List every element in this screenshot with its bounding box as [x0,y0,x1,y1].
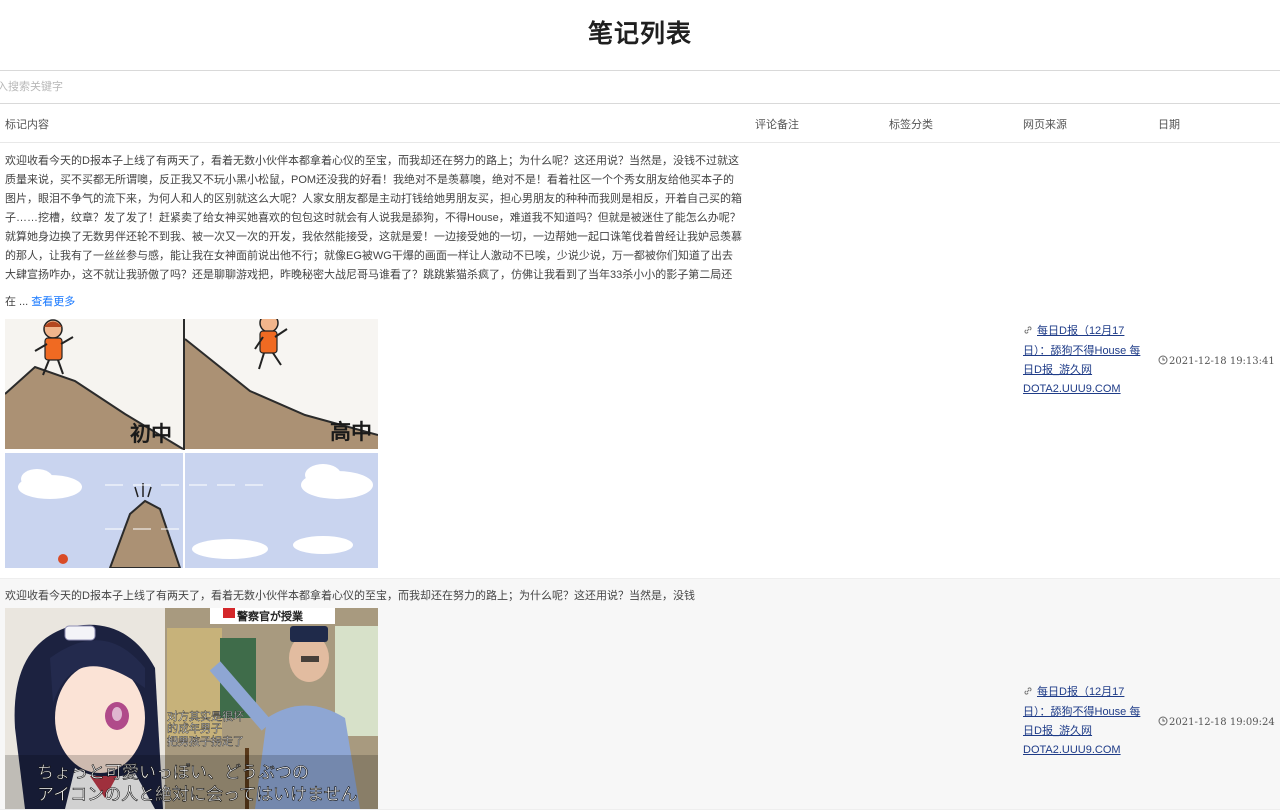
date-text: 2021-12-18 19:13:41 [1169,356,1275,367]
date-cell: 2021-12-18 19:13:41 [1158,355,1275,368]
image-caption-cn-3: 把男孩子拐走了 [167,734,244,748]
search-input[interactable] [0,71,1276,102]
source-link[interactable]: 每日D报（12月17日）：舔狗不得House 每日D报_游久网DOTA2.UUU… [1023,686,1140,756]
column-header-date: 日期 [1158,119,1180,131]
column-header-comment: 评论备注 [755,119,799,131]
note-image: 初中 高中 [5,319,378,568]
note-content: 欢迎收看今天的D报本子上线了有两天了，看着无数小伙伴本都拿着心仪的至宝，而我却还… [5,155,742,281]
clock-icon [1158,716,1168,729]
page-title: 笔记列表 [587,20,692,48]
column-header-source: 网页来源 [1023,119,1067,131]
table-row: 欢迎收看今天的D报本子上线了有两天了，看着无数小伙伴本都拿着心仪的至宝，而我却还… [0,579,1280,810]
clock-icon [1158,355,1168,368]
link-icon [1023,684,1037,703]
source-cell: 每日D报（12月17日）：舔狗不得House 每日D报_游久网DOTA2.UUU… [1023,683,1148,760]
image-caption-cn-1: 对方其实是很坏 [167,709,244,723]
view-more-link[interactable]: 查看更多 [31,296,75,308]
note-content: 欢迎收看今天的D报本子上线了有两天了，看着无数小伙伴本都拿着心仪的至宝，而我却还… [5,590,695,602]
date-text: 2021-12-18 19:09:24 [1169,717,1275,728]
source-link[interactable]: 每日D报（12月17日）：舔狗不得House 每日D报_游久网DOTA2.UUU… [1023,325,1140,395]
panel-label-right: 高中 [330,420,372,444]
table-header: 标记内容 评论备注 标签分类 网页来源 日期 [0,104,1280,143]
source-cell: 每日D报（12月17日）：舔狗不得House 每日D报_游久网DOTA2.UUU… [1023,322,1148,399]
column-header-content: 标记内容 [5,119,49,131]
note-content-tail: 在 ... [5,296,29,308]
column-header-tags: 标签分类 [889,119,933,131]
image-subtitle-jp-1: ちょっと可愛いっぽい、どうぶつの [37,763,309,783]
image-subtitle-jp-2: アイコンの人と絶対に会ってはいけません [37,785,357,805]
panel-label-left: 初中 [130,422,172,446]
header: 笔记列表 [0,0,1280,71]
search-bar [0,71,1280,104]
table-row: 欢迎收看今天的D报本子上线了有两天了，看着无数小伙伴本都拿着心仪的至宝，而我却还… [0,143,1280,579]
note-content-more: 在 ... 查看更多 [5,293,75,309]
note-image: 警察官が授業 对方其实是很坏 的成年男子 把男孩子拐走了 ちょっと可愛いっぽい、… [5,608,378,809]
image-caption-cn-2: 的成年男子 [167,721,222,735]
image-top-sign: 警察官が授業 [236,609,304,623]
link-icon [1023,323,1037,342]
date-cell: 2021-12-18 19:09:24 [1158,716,1275,729]
